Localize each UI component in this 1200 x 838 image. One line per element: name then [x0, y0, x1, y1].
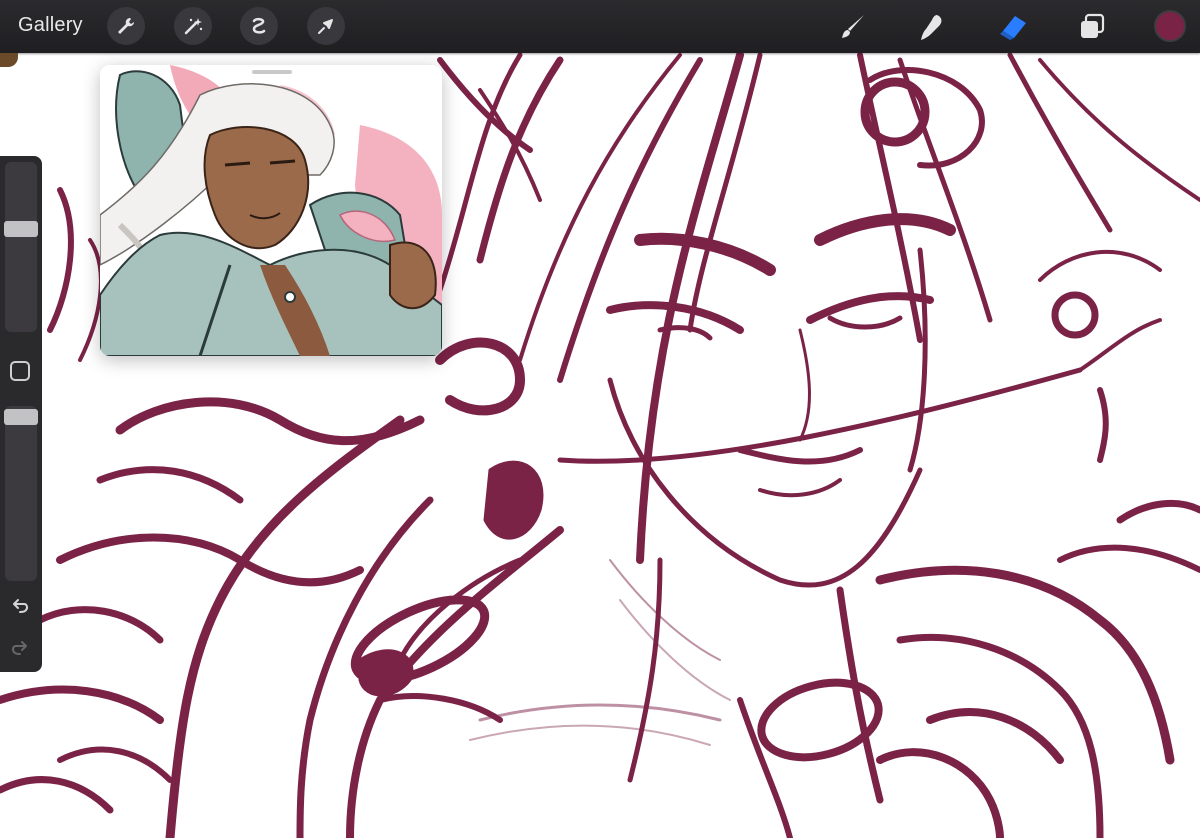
magic-wand-icon: [184, 18, 203, 35]
procreate-app: Gallery: [0, 0, 1200, 838]
smudge-icon: [921, 15, 942, 40]
modify-button[interactable]: [10, 361, 30, 381]
reference-drag-handle[interactable]: [252, 70, 292, 74]
redo-icon: [11, 641, 27, 655]
redo-button[interactable]: [9, 638, 31, 660]
reference-character-image: [100, 65, 442, 356]
layers-button[interactable]: [1072, 7, 1112, 47]
color-picker-button[interactable]: [1154, 10, 1186, 42]
brush-icon: [842, 15, 864, 38]
transform-button[interactable]: [307, 7, 345, 45]
brush-opacity-slider[interactable]: [4, 406, 38, 581]
brush-size-thumb[interactable]: [4, 221, 38, 237]
undo-icon: [13, 599, 29, 613]
selection-icon: [252, 17, 266, 34]
top-toolbar: Gallery: [0, 0, 1200, 53]
eraser-icon: [1000, 16, 1026, 40]
layers-icon: [1081, 13, 1105, 38]
brush-size-slider[interactable]: [4, 162, 38, 332]
left-sidebar: [0, 156, 42, 672]
smudge-button[interactable]: [912, 7, 952, 47]
adjustments-button[interactable]: [174, 7, 212, 45]
undo-button[interactable]: [9, 596, 31, 618]
transform-arrow-icon: [318, 19, 333, 34]
brush-opacity-thumb[interactable]: [4, 409, 38, 425]
actions-button[interactable]: [107, 7, 145, 45]
gallery-button[interactable]: Gallery: [18, 14, 83, 37]
reference-image-window[interactable]: [100, 65, 442, 356]
selection-button[interactable]: [240, 7, 278, 45]
wrench-icon: [118, 18, 134, 34]
eraser-button[interactable]: [992, 7, 1032, 47]
brush-button[interactable]: [833, 7, 873, 47]
